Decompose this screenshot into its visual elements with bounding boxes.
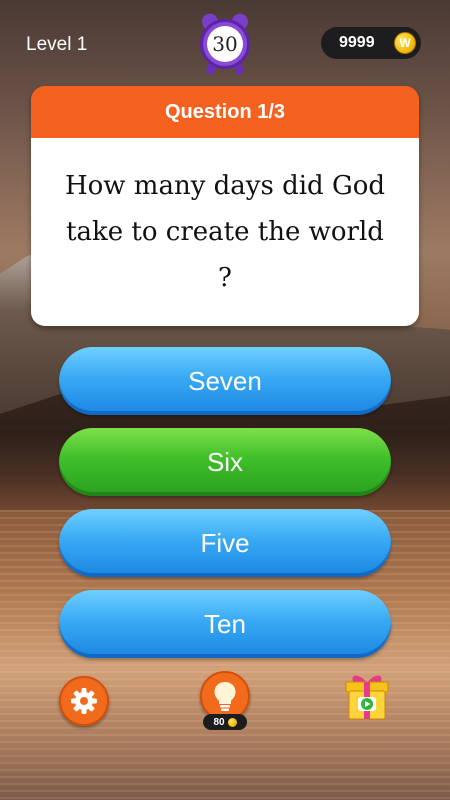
reward-video-button[interactable] (342, 669, 392, 721)
settings-button[interactable] (59, 676, 109, 726)
answer-button-3[interactable]: Five (59, 509, 391, 577)
level-label: Level 1 (26, 34, 88, 55)
question-text: How many days did God take to create the… (31, 138, 419, 326)
coin-balance[interactable]: 9999 W (321, 27, 421, 59)
clock-ring: 30 (200, 19, 250, 69)
hint-cost-badge: 80 (203, 714, 247, 730)
gift-video-icon (345, 675, 389, 720)
timer-clock-icon: 30 (197, 10, 253, 76)
timer-value: 30 (207, 26, 243, 62)
question-card: Question 1/3 How many days did God take … (31, 86, 419, 326)
gear-icon (71, 688, 97, 714)
answer-button-4[interactable]: Ten (59, 590, 391, 658)
coin-amount: 9999 (339, 34, 375, 51)
coin-icon-small (227, 717, 237, 727)
answer-button-2[interactable]: Six (59, 428, 391, 496)
lightbulb-icon (214, 682, 236, 711)
answer-list: Seven Six Five Ten (59, 347, 391, 671)
coin-icon: W (394, 32, 416, 54)
question-counter: Question 1/3 (31, 86, 419, 138)
answer-button-1[interactable]: Seven (59, 347, 391, 415)
hint-cost-value: 80 (213, 716, 225, 728)
